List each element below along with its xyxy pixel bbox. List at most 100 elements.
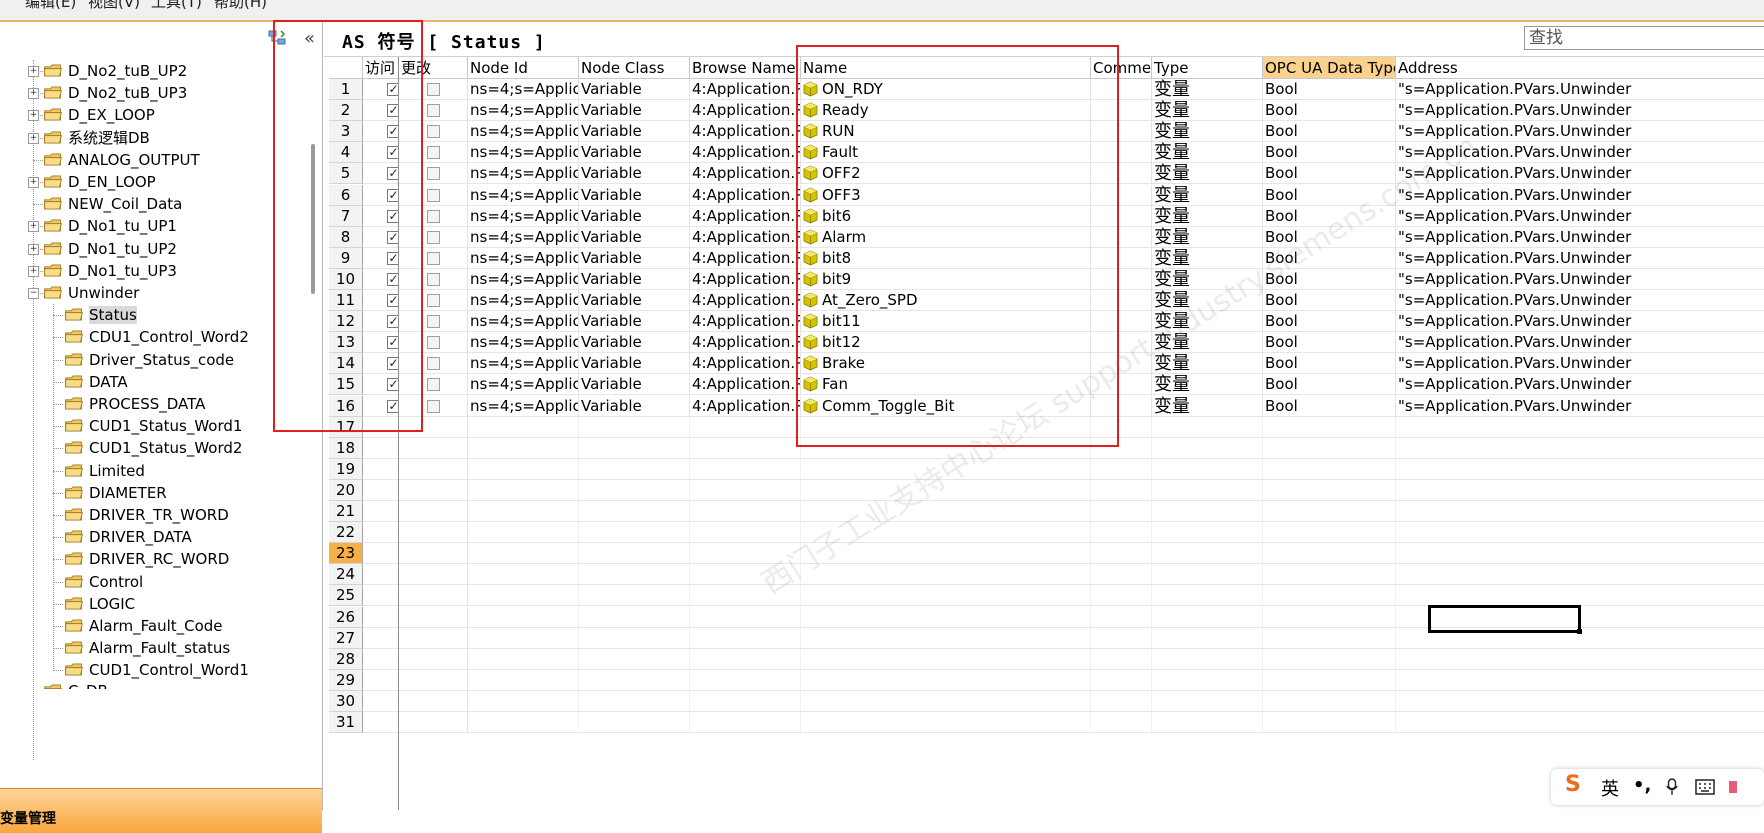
type-cell[interactable]: 变量	[1152, 311, 1263, 333]
menu-item-1[interactable]: 视图(V)	[88, 0, 140, 12]
empty-cell[interactable]	[801, 712, 1091, 734]
tree-item[interactable]: Control	[64, 570, 143, 594]
access-cell[interactable]: ✓	[363, 79, 399, 101]
empty-cell[interactable]	[1396, 712, 1764, 734]
empty-cell[interactable]	[690, 543, 801, 565]
empty-cell[interactable]	[1152, 669, 1263, 691]
opc-data-type-cell[interactable]: Bool	[1263, 268, 1396, 290]
browse-name-cell[interactable]: 4:Application.PVars	[690, 163, 801, 185]
access-cell[interactable]: ✓	[363, 374, 399, 396]
variable-management-tab[interactable]: 变量管理	[0, 788, 322, 833]
row-number[interactable]: 21	[329, 501, 363, 523]
tree-item[interactable]: CUD1_Status_Word2	[64, 436, 242, 460]
row-number[interactable]: 9	[329, 247, 363, 269]
type-cell[interactable]: 变量	[1152, 100, 1263, 122]
empty-cell[interactable]	[1263, 648, 1396, 670]
access-cell[interactable]: ✓	[363, 163, 399, 185]
type-cell[interactable]: 变量	[1152, 247, 1263, 269]
empty-cell[interactable]	[579, 648, 690, 670]
type-cell[interactable]: 变量	[1152, 226, 1263, 248]
empty-cell[interactable]	[399, 479, 468, 501]
tree-item[interactable]: CUD1_Status_Word1	[64, 414, 242, 438]
row-number[interactable]: 30	[329, 690, 363, 712]
empty-cell[interactable]	[1152, 564, 1263, 586]
row-number[interactable]: 27	[329, 627, 363, 649]
empty-cell[interactable]	[579, 564, 690, 586]
empty-cell[interactable]	[399, 543, 468, 565]
address-cell[interactable]: "s=Application.PVars.Unwinder	[1396, 142, 1764, 164]
tree-item[interactable]: D_No1_tu_UP3	[43, 259, 177, 283]
tree-item[interactable]: DRIVER_TR_WORD	[64, 503, 229, 527]
empty-cell[interactable]	[363, 437, 399, 459]
access-cell[interactable]: ✓	[363, 142, 399, 164]
empty-cell[interactable]	[1263, 501, 1396, 523]
name-cell[interactable]: At_Zero_SPD	[801, 290, 1091, 312]
name-cell[interactable]: Brake	[801, 353, 1091, 375]
tree-item[interactable]: D_No2_tuB_UP3	[43, 81, 187, 105]
node-id-cell[interactable]: ns=4;s=Applicati	[468, 311, 579, 333]
empty-cell[interactable]	[1152, 712, 1263, 734]
change-cell[interactable]	[399, 205, 468, 227]
address-cell[interactable]: "s=Application.PVars.Unwinder	[1396, 206, 1764, 227]
column-header-6[interactable]: Commen	[1091, 57, 1152, 79]
empty-cell[interactable]	[801, 690, 1091, 712]
comment-cell[interactable]	[1091, 226, 1152, 248]
comment-cell[interactable]	[1091, 121, 1152, 143]
access-cell[interactable]: ✓	[363, 184, 399, 206]
address-cell[interactable]: "s=Application.PVars.Unwinder	[1396, 396, 1764, 417]
node-class-cell[interactable]: Variable	[579, 268, 690, 290]
opc-data-type-cell[interactable]: Bool	[1263, 184, 1396, 206]
empty-cell[interactable]	[363, 669, 399, 691]
type-cell[interactable]: 变量	[1152, 205, 1263, 227]
empty-cell[interactable]	[690, 690, 801, 712]
browse-name-cell[interactable]: 4:Application.PVars	[690, 226, 801, 248]
type-cell[interactable]: 变量	[1152, 79, 1263, 101]
name-cell[interactable]: OFF3	[801, 184, 1091, 206]
empty-cell[interactable]	[1152, 606, 1263, 628]
row-number[interactable]: 20	[329, 479, 363, 501]
empty-cell[interactable]	[579, 690, 690, 712]
tree-item[interactable]: 系统逻辑DB	[43, 126, 150, 150]
expand-node-icon[interactable]: +	[28, 66, 39, 77]
node-class-cell[interactable]: Variable	[579, 163, 690, 185]
node-class-cell[interactable]: Variable	[579, 121, 690, 143]
change-cell[interactable]	[399, 290, 468, 312]
address-cell[interactable]: "s=Application.PVars.Unwinder	[1396, 121, 1764, 143]
node-class-cell[interactable]: Variable	[579, 247, 690, 269]
opc-data-type-cell[interactable]: Bool	[1263, 121, 1396, 143]
change-cell[interactable]	[399, 163, 468, 185]
empty-cell[interactable]	[1263, 606, 1396, 628]
expand-node-icon[interactable]: +	[28, 221, 39, 233]
selected-cell-cursor[interactable]	[1428, 605, 1582, 634]
comment-cell[interactable]	[1091, 395, 1152, 417]
column-header-4[interactable]: Browse Name	[690, 57, 801, 79]
column-header-8[interactable]: OPC UA Data Type	[1263, 57, 1396, 79]
empty-cell[interactable]	[801, 543, 1091, 565]
change-checkbox[interactable]	[427, 336, 440, 350]
address-cell[interactable]: "s=Application.PVars.Unwinder	[1396, 248, 1764, 269]
empty-cell[interactable]	[801, 416, 1091, 438]
empty-cell[interactable]	[579, 416, 690, 438]
menu-item-2[interactable]: 工具(T)	[151, 0, 202, 12]
empty-cell[interactable]	[399, 585, 468, 607]
type-cell[interactable]: 变量	[1152, 374, 1263, 396]
menu-item-3[interactable]: 帮助(H)	[214, 0, 267, 12]
empty-cell[interactable]	[1091, 479, 1152, 501]
empty-cell[interactable]	[1152, 522, 1263, 544]
node-id-cell[interactable]: ns=4;s=Applicati	[468, 226, 579, 248]
address-cell[interactable]: "s=Application.PVars.Unwinder	[1396, 163, 1764, 185]
tree-item[interactable]: PROCESS_DATA	[64, 392, 205, 416]
change-cell[interactable]	[399, 100, 468, 122]
browse-name-cell[interactable]: 4:Application.PVars	[690, 311, 801, 333]
empty-cell[interactable]	[399, 712, 468, 734]
row-number[interactable]: 1	[329, 79, 363, 101]
comment-cell[interactable]	[1091, 311, 1152, 333]
empty-cell[interactable]	[1091, 564, 1152, 586]
address-cell[interactable]: "s=Application.PVars.Unwinder	[1396, 332, 1764, 354]
comment-cell[interactable]	[1091, 142, 1152, 164]
empty-cell[interactable]	[363, 690, 399, 712]
node-class-cell[interactable]: Variable	[579, 311, 690, 333]
empty-cell[interactable]	[399, 648, 468, 670]
empty-cell[interactable]	[579, 479, 690, 501]
empty-cell[interactable]	[1396, 670, 1764, 691]
